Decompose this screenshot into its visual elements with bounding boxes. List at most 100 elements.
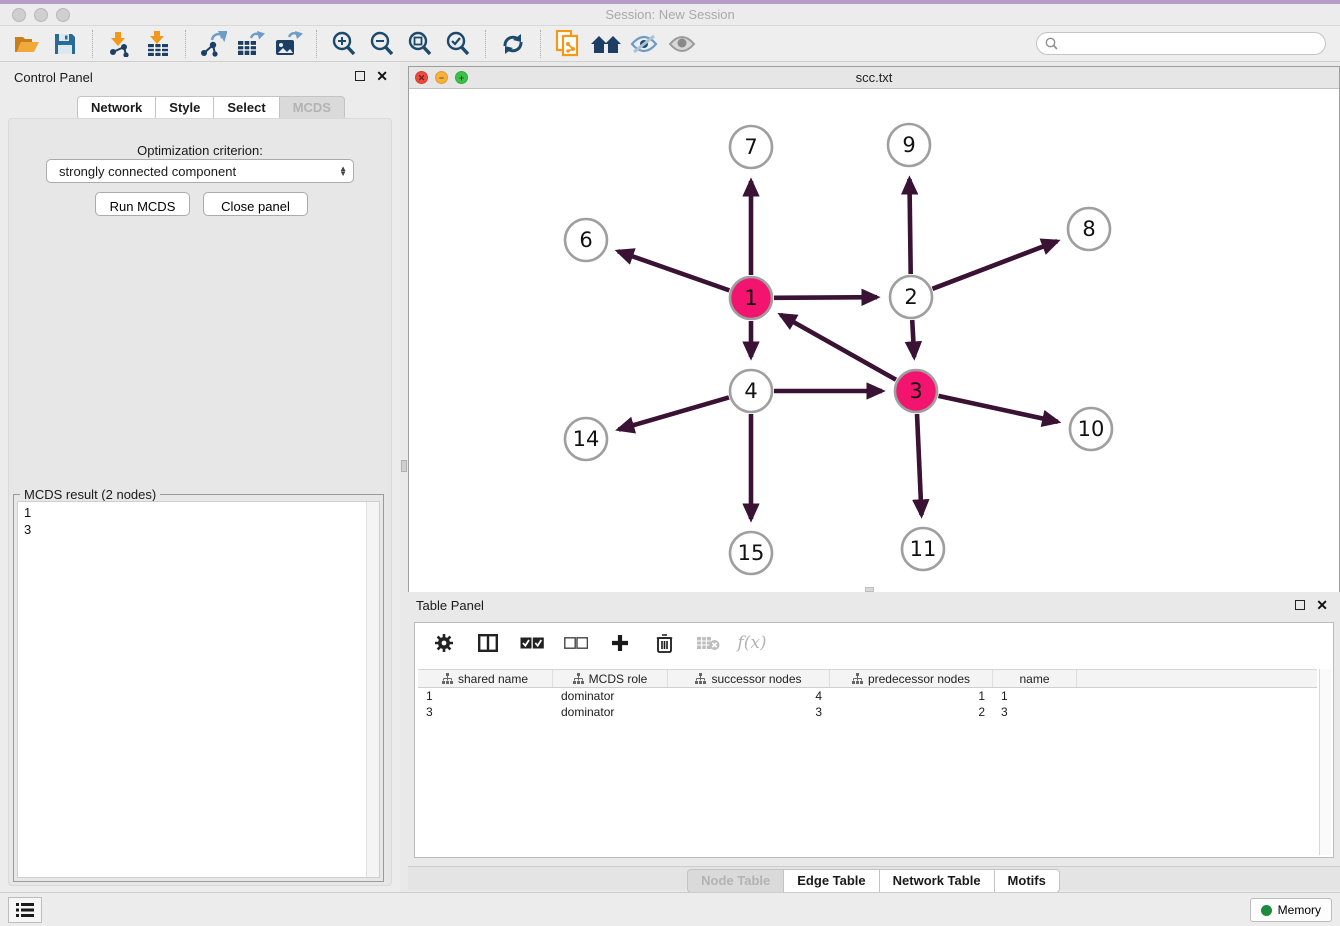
graph-node-8[interactable]: 8: [1068, 208, 1110, 250]
toolbar-separator: [316, 30, 317, 58]
graph-node-7[interactable]: 7: [730, 126, 772, 168]
panel-splitter[interactable]: [400, 62, 408, 892]
export-image-button[interactable]: [270, 29, 308, 59]
search-input[interactable]: [1063, 37, 1317, 51]
table-row-0[interactable]: 1dominator411: [418, 688, 1317, 704]
cell-name[interactable]: 1: [993, 688, 1077, 704]
refresh-button[interactable]: [494, 29, 532, 59]
zoom-fit-button[interactable]: [401, 29, 439, 59]
show-all-button[interactable]: [663, 29, 701, 59]
mcds-result-area[interactable]: 1 3: [17, 501, 380, 878]
cell-shared-name[interactable]: 1: [418, 688, 553, 704]
close-panel-button[interactable]: Close panel: [203, 192, 308, 216]
import-network-button[interactable]: [101, 29, 139, 59]
edge-1-6[interactable]: [618, 251, 729, 290]
graph-node-6[interactable]: 6: [565, 219, 607, 261]
export-table-button[interactable]: [232, 29, 270, 59]
graph-node-2[interactable]: 2: [890, 276, 932, 318]
delete-table-button[interactable]: [693, 629, 723, 657]
graph-node-1[interactable]: 1: [730, 277, 772, 319]
column-header-successor-nodes[interactable]: successor nodes: [668, 670, 830, 687]
show-column-panel-button[interactable]: [473, 629, 503, 657]
network-canvas[interactable]: 7 9 6 8 1 2 4 3 14 10 15 11: [409, 89, 1339, 592]
graph-node-10[interactable]: 10: [1070, 408, 1112, 450]
new-network-from-selection-button[interactable]: [549, 29, 587, 59]
table-row-1[interactable]: 3dominator323: [418, 704, 1317, 720]
open-session-button[interactable]: [8, 29, 46, 59]
column-header-shared-name[interactable]: shared name: [418, 670, 553, 687]
svg-text:9: 9: [902, 133, 915, 157]
graph-node-9[interactable]: 9: [888, 124, 930, 166]
edge-2-3[interactable]: [912, 320, 914, 357]
cell-successor-nodes[interactable]: 4: [668, 688, 830, 704]
table-tab-motifs[interactable]: Motifs: [994, 869, 1060, 893]
tab-mcds[interactable]: MCDS: [279, 96, 345, 120]
open-folder-icon: [14, 33, 40, 55]
edge-3-10[interactable]: [938, 396, 1057, 422]
graph-node-3[interactable]: 3: [895, 370, 937, 412]
cell-predecessor-nodes[interactable]: 1: [830, 688, 993, 704]
graph-node-11[interactable]: 11: [902, 528, 944, 570]
zoom-out-button[interactable]: [363, 29, 401, 59]
deselect-all-button[interactable]: [561, 629, 591, 657]
close-table-panel-icon[interactable]: ✕: [1316, 600, 1328, 610]
network-window-titlebar[interactable]: ✕ − + scc.txt: [409, 67, 1339, 89]
task-history-button[interactable]: [8, 897, 42, 923]
zoom-selected-button[interactable]: [439, 29, 477, 59]
network-resize-handle[interactable]: [865, 587, 874, 592]
create-column-button[interactable]: [605, 629, 635, 657]
function-builder-button[interactable]: f(x): [737, 629, 767, 657]
criterion-dropdown[interactable]: strongly connected component ▲▼: [46, 159, 354, 183]
tab-style[interactable]: Style: [155, 96, 214, 120]
cell-shared-name[interactable]: 3: [418, 704, 553, 720]
network-view-window: ✕ − + scc.txt 7 9 6 8 1 2 4 3 14 10 15 11: [408, 66, 1340, 592]
delete-column-button[interactable]: [649, 629, 679, 657]
criterion-value: strongly connected component: [59, 164, 339, 179]
zoom-in-button[interactable]: [325, 29, 363, 59]
graph-node-4[interactable]: 4: [730, 370, 772, 412]
column-header-predecessor-nodes[interactable]: predecessor nodes: [830, 670, 993, 687]
edge-2-9[interactable]: [909, 179, 910, 274]
eye-icon: [668, 34, 696, 54]
cell-name[interactable]: 3: [993, 704, 1077, 720]
edge-3-1[interactable]: [781, 315, 896, 380]
cell-successor-nodes[interactable]: 3: [668, 704, 830, 720]
run-mcds-button[interactable]: Run MCDS: [95, 192, 190, 216]
graph-node-15[interactable]: 15: [730, 532, 772, 574]
result-scrollbar[interactable]: [366, 502, 379, 877]
select-all-button[interactable]: [517, 629, 547, 657]
save-session-button[interactable]: [46, 29, 84, 59]
table-tab-edge-table[interactable]: Edge Table: [783, 869, 879, 893]
table-settings-button[interactable]: [429, 629, 459, 657]
edge-2-8[interactable]: [932, 241, 1057, 289]
column-header-name[interactable]: name: [993, 670, 1077, 687]
apply-layout-button[interactable]: [587, 29, 625, 59]
graph-node-14[interactable]: 14: [565, 418, 607, 460]
cell-predecessor-nodes[interactable]: 2: [830, 704, 993, 720]
table-scrollbar[interactable]: [1319, 669, 1331, 855]
table-tab-node-table[interactable]: Node Table: [687, 869, 784, 893]
import-table-button[interactable]: [139, 29, 177, 59]
edge-3-11[interactable]: [917, 414, 921, 515]
main-toolbar: [0, 26, 1340, 62]
main-titlebar: Session: New Session: [0, 4, 1340, 26]
tab-select[interactable]: Select: [213, 96, 279, 120]
export-network-button[interactable]: [194, 29, 232, 59]
cell-mcds-role[interactable]: dominator: [553, 688, 668, 704]
close-panel-icon[interactable]: ✕: [376, 71, 388, 81]
cell-mcds-role[interactable]: dominator: [553, 704, 668, 720]
edge-1-2[interactable]: [774, 297, 877, 298]
hide-selection-button[interactable]: [625, 29, 663, 59]
memory-button[interactable]: Memory: [1250, 898, 1332, 922]
splitter-grip[interactable]: [401, 460, 407, 472]
search-box[interactable]: [1036, 32, 1326, 55]
float-table-panel-icon[interactable]: [1295, 600, 1305, 610]
table-tab-network-table[interactable]: Network Table: [879, 869, 995, 893]
hierarchy-icon: [573, 673, 584, 684]
edge-4-14[interactable]: [619, 397, 729, 429]
float-panel-icon[interactable]: [355, 71, 365, 81]
hierarchy-icon: [442, 673, 453, 684]
delete-table-icon: [696, 635, 720, 651]
column-header-mcds-role[interactable]: MCDS role: [553, 670, 668, 687]
tab-network[interactable]: Network: [77, 96, 156, 120]
